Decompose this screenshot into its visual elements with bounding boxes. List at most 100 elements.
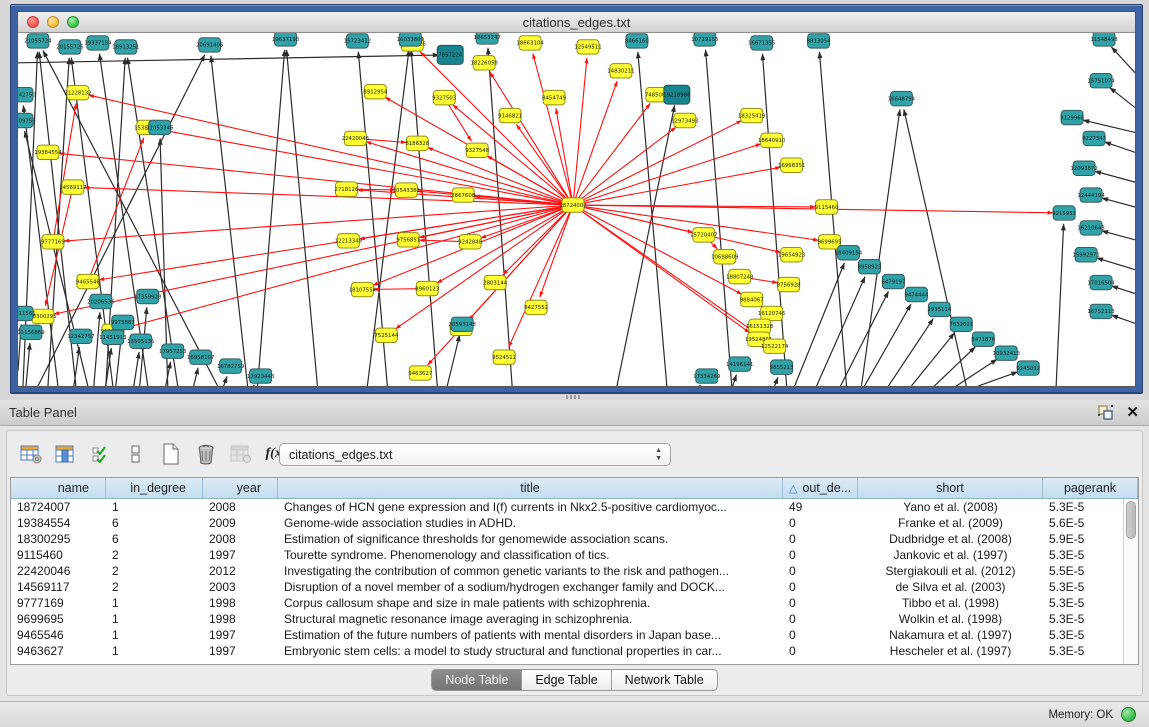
graph-node[interactable]: 2803144	[483, 275, 508, 289]
table-cell[interactable]: 9699695	[11, 611, 106, 627]
column-header-out_de[interactable]: △out_de...	[783, 478, 858, 498]
graph-node[interactable]: 17359928	[134, 289, 162, 303]
table-row[interactable]: 946554611997Estimation of the future num…	[11, 627, 1138, 643]
window-titlebar[interactable]: citations_edges.txt	[18, 12, 1135, 33]
table-cell[interactable]: 0	[783, 531, 858, 547]
table-cell[interactable]: Estimation of significance thresholds fo…	[278, 531, 783, 547]
table-cell[interactable]: Yano et al. (2008)	[858, 499, 1043, 515]
graph-node[interactable]: 16120746	[758, 306, 786, 320]
table-cell[interactable]: 2	[106, 547, 203, 563]
graph-node[interactable]: 8454749	[542, 90, 567, 104]
table-cell[interactable]: Embryonic stem cells: a model to study s…	[278, 643, 783, 659]
table-settings-icon[interactable]	[16, 440, 46, 468]
table-cell[interactable]: Franke et al. (2009)	[858, 515, 1043, 531]
table-cell[interactable]: Wolkin et al. (1998)	[858, 611, 1043, 627]
graph-node[interactable]: 15723412	[344, 34, 371, 48]
table-cell[interactable]: 2	[106, 563, 203, 579]
table-cell[interactable]: 0	[783, 563, 858, 579]
green-dot-icon[interactable]	[1121, 707, 1136, 722]
table-cell[interactable]: 9777169	[11, 595, 106, 611]
table-cell[interactable]: Disruption of a novel member of a sodium…	[278, 579, 783, 595]
graph-node[interactable]: 12093872	[1070, 161, 1097, 175]
graph-node[interactable]: 7525144	[374, 328, 399, 342]
table-cell[interactable]: 18724007	[11, 499, 106, 515]
table-cell[interactable]: de Silva et al. (2003)	[858, 579, 1043, 595]
network-canvas[interactable]: 1872400784547499146821932754828676089242…	[18, 33, 1135, 386]
graph-node[interactable]: 19384554	[34, 145, 62, 159]
graph-node[interactable]: 9524512	[492, 350, 516, 364]
new-document-icon[interactable]	[156, 440, 186, 468]
graph-node[interactable]: 9327503	[432, 90, 456, 104]
table-cell[interactable]: 2008	[203, 499, 278, 515]
table-cell[interactable]: Hescheler et al. (1997)	[858, 643, 1043, 659]
graph-node[interactable]: 18409154	[835, 246, 863, 260]
table-cell[interactable]: 1	[106, 611, 203, 627]
table-row[interactable]: 1456911722003Disruption of a novel membe…	[11, 579, 1138, 595]
table-cell[interactable]: Corpus callosum shape and size in male p…	[278, 595, 783, 611]
column-header-short[interactable]: short	[858, 478, 1043, 498]
table-cell[interactable]: Jankovic et al. (1997)	[858, 547, 1043, 563]
table-cell[interactable]: 1	[106, 643, 203, 659]
graph-node[interactable]: 12549511	[574, 40, 601, 54]
graph-node[interactable]: 15720407	[690, 228, 717, 242]
graph-node[interactable]: 9146821	[498, 108, 522, 122]
minimize-window-icon[interactable]	[47, 16, 59, 28]
table-cell[interactable]: 14569117	[11, 579, 106, 595]
graph-node[interactable]: 10543382	[393, 183, 420, 197]
graph-node[interactable]: 16958107	[187, 350, 214, 364]
graph-node[interactable]: 14196141	[726, 357, 753, 371]
graph-node[interactable]: 10653247	[473, 33, 500, 44]
graph-node[interactable]: 15751074	[1087, 74, 1115, 88]
graph-node[interactable]: 16648794	[888, 91, 916, 105]
table-cell[interactable]: 9465546	[11, 627, 106, 643]
graph-node[interactable]: 18107554	[349, 282, 377, 296]
graph-node[interactable]: 19337154	[84, 36, 112, 50]
graph-node[interactable]: 19142750	[18, 87, 36, 101]
column-header-year[interactable]: year	[203, 478, 278, 498]
table-cell[interactable]: Dudbridge et al. (2008)	[858, 531, 1043, 547]
graph-node[interactable]: 13505135	[127, 334, 154, 348]
table-cell[interactable]: Structural magnetic resonance image aver…	[278, 611, 783, 627]
table-cell[interactable]: 2	[106, 579, 203, 595]
table-cell[interactable]: 49	[783, 499, 858, 515]
graph-node[interactable]: 21053346	[146, 120, 174, 134]
graph-node[interactable]: 19654923	[778, 248, 805, 262]
table-cell[interactable]: 0	[783, 579, 858, 595]
tab-node-table[interactable]: Node Table	[431, 669, 522, 691]
graph-node[interactable]: 16752113	[1087, 304, 1114, 318]
table-cell[interactable]: 2009	[203, 515, 278, 531]
table-cell[interactable]: 1997	[203, 643, 278, 659]
table-cell[interactable]: 19384554	[11, 515, 106, 531]
table-row[interactable]: 1938455462009Genome-wide association stu…	[11, 515, 1138, 531]
table-cell[interactable]: 1997	[203, 547, 278, 563]
table-cell[interactable]: 1998	[203, 611, 278, 627]
table-cell[interactable]: 0	[783, 611, 858, 627]
column-check-icon[interactable]	[86, 440, 116, 468]
graph-node[interactable]: 17016504	[1087, 275, 1115, 289]
graph-node[interactable]: 20593148	[449, 317, 477, 331]
table-cell[interactable]: Estimation of the future numbers of pati…	[278, 627, 783, 643]
graph-node[interactable]: 16782759	[217, 359, 245, 373]
network-window[interactable]: citations_edges.txt 18724007845474991468…	[10, 4, 1143, 394]
table-select-dropdown[interactable]: citations_edges.txt ▲▼	[279, 443, 671, 466]
graph-node[interactable]: 9474444	[904, 287, 929, 301]
table-cell[interactable]: 1	[106, 627, 203, 643]
graph-node[interactable]: 9884067	[740, 292, 764, 306]
graph-node[interactable]: 2718126	[334, 182, 359, 196]
graph-node[interactable]: 11451913	[99, 330, 126, 344]
table-cell[interactable]: 6	[106, 515, 203, 531]
table-cell[interactable]: Nakamura et al. (1997)	[858, 627, 1043, 643]
graph-node[interactable]: 8427552	[524, 300, 548, 314]
float-window-icon[interactable]	[1097, 404, 1114, 421]
table-cell[interactable]: Tourette syndrome. Phenomenology and cla…	[278, 547, 783, 563]
table-row[interactable]: 2242004622012Investigating the contribut…	[11, 563, 1138, 579]
graph-node[interactable]: 12342757	[67, 329, 94, 343]
table-row[interactable]: 1872400712008Changes of HCN gene express…	[11, 499, 1138, 515]
graph-node[interactable]: 8471876	[971, 332, 996, 346]
table-cell[interactable]: 9115460	[11, 547, 106, 563]
graph-node[interactable]: 9756851	[396, 233, 420, 247]
table-cell[interactable]: Genome-wide association studies in ADHD.	[278, 515, 783, 531]
graph-node[interactable]: 9227343	[1082, 131, 1106, 145]
rows-icon[interactable]	[121, 440, 151, 468]
table-cell[interactable]: Investigating the contribution of common…	[278, 563, 783, 579]
